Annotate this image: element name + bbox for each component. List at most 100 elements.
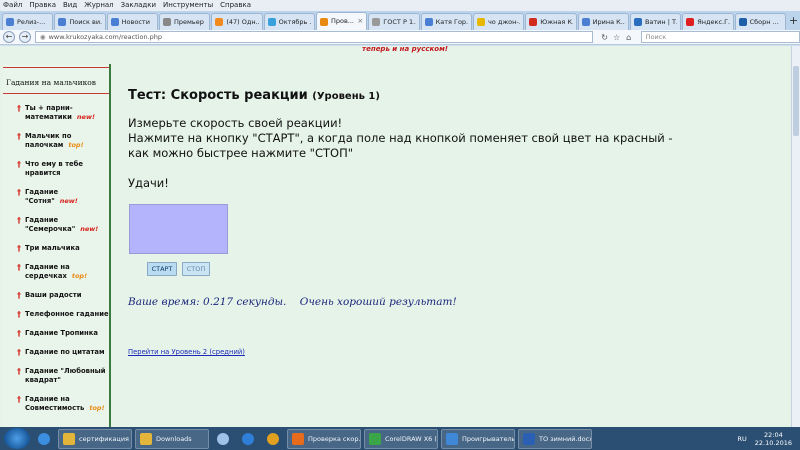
taskbar-app-label: ТО зимний.docx...: [539, 434, 591, 443]
forward-button[interactable]: →: [18, 31, 31, 43]
tab-favicon-icon: [58, 18, 67, 26]
bluetooth-icon[interactable]: [237, 429, 259, 449]
sidebar-badge: new!: [76, 113, 95, 121]
tab-label: (47) Одн...: [226, 17, 259, 26]
test-title: Тест: Скорость реакции: [128, 88, 308, 103]
bullet-icon: †: [17, 160, 21, 169]
page-content: теперь и на русском! Гадания на мальчико…: [0, 46, 800, 427]
browser-tab[interactable]: Сборн ...: [734, 13, 786, 30]
tab-label: Ватин | Т...: [644, 17, 677, 26]
back-button[interactable]: ←: [3, 31, 15, 43]
menu-item[interactable]: Справка: [220, 0, 251, 11]
tab-favicon-icon: [529, 18, 538, 26]
home-icon[interactable]: ⌂: [623, 33, 635, 42]
next-level-link[interactable]: Перейти на Уровень 2 (средний): [128, 348, 245, 356]
ie-icon[interactable]: [33, 429, 55, 449]
chrome-icon[interactable]: [262, 429, 284, 449]
sidebar-item-label: Гадание на Совместимость: [25, 395, 85, 412]
browser-tab[interactable]: Южная К...: [525, 13, 577, 30]
scrollbar-thumb[interactable]: [793, 66, 799, 136]
bookmark-star-icon[interactable]: ☆: [611, 33, 623, 42]
browser-tab[interactable]: Пров... ×: [315, 12, 368, 30]
browser-tab[interactable]: Яндекс.Г...: [682, 13, 734, 30]
test-level: (Уровень 1): [312, 91, 380, 102]
start-button-orb[interactable]: [4, 428, 30, 449]
browser-tab[interactable]: Поиск ви...: [54, 13, 106, 30]
reaction-field: [129, 204, 228, 254]
sidebar-header: Гадания на мальчиков: [3, 67, 109, 94]
sidebar-list: † Ты + парни-математики new! † Мальчик по па…: [3, 94, 109, 413]
tab-label: Пров...: [330, 17, 354, 25]
tab-favicon-icon: [424, 18, 433, 26]
sidebar-item[interactable]: † Что ему в тебе нравится: [3, 160, 109, 178]
tab-label: Яндекс.Г...: [697, 17, 729, 26]
browser-tab[interactable]: ГОСТ Р 1...: [368, 13, 420, 30]
browser-tab[interactable]: Релиз-...: [2, 13, 54, 30]
chrome-icon: [267, 432, 279, 445]
bullet-icon: †: [17, 291, 21, 300]
sidebar-badge: top!: [68, 141, 84, 149]
sidebar-item[interactable]: † Ты + парни-математики new!: [3, 104, 109, 122]
new-tab-button[interactable]: +: [787, 13, 800, 30]
menu-item[interactable]: Файл: [3, 0, 22, 11]
page-title: Тест: Скорость реакции (Уровень 1): [128, 88, 380, 103]
taskbar-app[interactable]: ТО зимний.docx...: [518, 428, 592, 449]
tab-favicon-icon: [738, 18, 747, 26]
sidebar-item-label: Ты + парни-математики: [25, 104, 73, 121]
sidebar-item[interactable]: † Гадание на сердечках top!: [3, 263, 109, 281]
instructions: Измерьте скорость своей реакции! Нажмите…: [128, 116, 688, 161]
taskbar-app[interactable]: Проигрыватель...: [441, 428, 515, 449]
browser-tab[interactable]: Ирина К...: [577, 13, 629, 30]
tab-favicon-icon: [372, 18, 381, 26]
volume-icon[interactable]: [212, 429, 234, 449]
app-icon: [523, 432, 535, 445]
browser-tab[interactable]: (47) Одн...: [211, 13, 263, 30]
sidebar-item[interactable]: † Гадание "Любовный квадрат": [3, 367, 109, 385]
clock[interactable]: 22:04 22.10.2016: [755, 431, 792, 447]
sidebar-item[interactable]: † Гадание на Совместимость top!: [3, 395, 109, 413]
browser-tab[interactable]: Катя Гор...: [420, 13, 472, 30]
sidebar-item-label: Мальчик по палочкам: [25, 132, 72, 149]
browser-tab[interactable]: Новости: [106, 13, 158, 30]
reload-icon[interactable]: ↻: [599, 33, 611, 42]
sidebar-badge: new!: [80, 225, 99, 233]
sidebar-item[interactable]: † Телефонное гадание: [3, 310, 109, 319]
browser-tab[interactable]: Ватин | Т...: [629, 13, 682, 30]
browser-tab[interactable]: Октябрь ...: [263, 13, 315, 30]
sidebar-item-label: Телефонное гадание: [25, 310, 109, 318]
search-input[interactable]: Поиск: [640, 31, 800, 43]
sidebar-item[interactable]: † Гадание "Сотня" new!: [3, 188, 109, 206]
address-bar[interactable]: ◉ www.krukozyaka.com/reaction.php: [34, 31, 593, 43]
sidebar-item[interactable]: † Гадание Тропинка: [3, 329, 109, 338]
tab-label: Поиск ви...: [69, 17, 101, 26]
taskbar-app[interactable]: Проверка скор...: [287, 428, 361, 449]
taskbar-app[interactable]: Downloads: [135, 428, 209, 449]
tab-close-icon[interactable]: ×: [355, 14, 363, 29]
taskbar-app[interactable]: CorelDRAW X6 (...: [364, 428, 438, 449]
tab-label: Ирина К...: [592, 17, 625, 26]
bullet-icon: †: [17, 348, 21, 357]
clock-time: 22:04: [764, 430, 783, 439]
menu-item[interactable]: Правка: [29, 0, 56, 11]
menu-item[interactable]: Вид: [63, 0, 77, 11]
vertical-scrollbar[interactable]: [791, 46, 800, 427]
menu-item[interactable]: Закладки: [121, 0, 156, 11]
instructions-line1: Измерьте скорость своей реакции!: [128, 116, 343, 130]
menu-item[interactable]: Инструменты: [163, 0, 213, 11]
browser-tab[interactable]: Премьер Sta...: [158, 13, 211, 30]
sidebar-item[interactable]: † Три мальчика: [3, 244, 109, 253]
sidebar-item[interactable]: † Мальчик по палочкам top!: [3, 132, 109, 150]
menu-item[interactable]: Журнал: [84, 0, 113, 11]
bullet-icon: †: [17, 104, 21, 113]
tab-label: Южная К...: [540, 17, 572, 26]
sidebar-item[interactable]: † Гадание по цитатам: [3, 348, 109, 357]
language-indicator[interactable]: RU: [738, 435, 747, 443]
browser-tab[interactable]: чо джон-...: [472, 13, 525, 30]
stop-button[interactable]: СТОП: [182, 262, 210, 276]
start-button[interactable]: СТАРТ: [147, 262, 177, 276]
sidebar-item[interactable]: † Гадание "Семерочка" new!: [3, 216, 109, 234]
sidebar-item[interactable]: † Ваши радости: [3, 291, 109, 300]
instructions-line2: Нажмите на кнопку "СТАРТ", а когда поле …: [128, 131, 673, 160]
taskbar-app[interactable]: сертификация: [58, 428, 132, 449]
main-content: Тест: Скорость реакции (Уровень 1) Измер…: [128, 46, 768, 427]
